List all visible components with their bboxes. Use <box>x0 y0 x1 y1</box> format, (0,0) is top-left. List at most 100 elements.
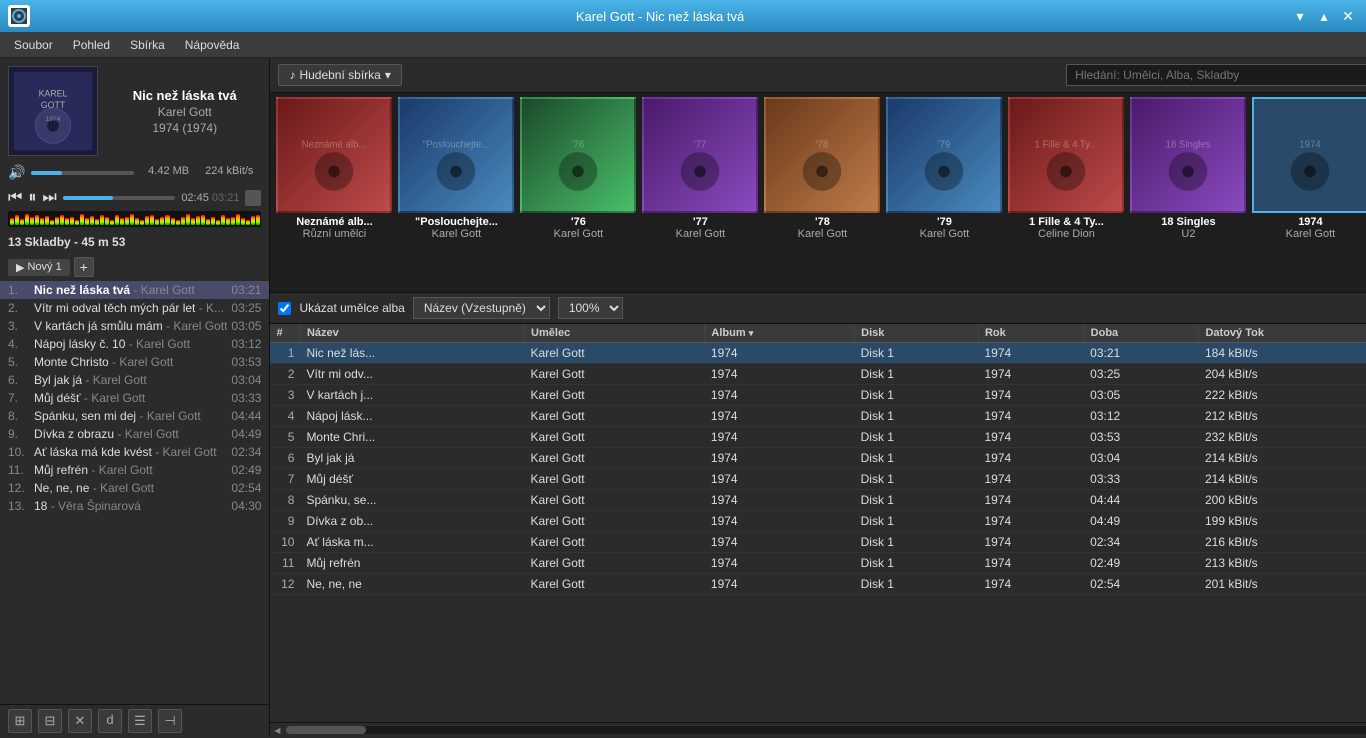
row-artist: Karel Gott <box>525 364 705 385</box>
play-pause-button[interactable]: ⏸ <box>28 189 36 207</box>
left-panel: KAREL GOTT 1974 Nic než láska tvá Karel … <box>0 58 270 736</box>
tb-button-1[interactable]: ⊞ <box>8 709 32 733</box>
track-item[interactable]: 13. 18 - Věra Špinarová 04:30 <box>0 497 269 515</box>
col-disk[interactable]: Disk <box>855 324 979 343</box>
tb-button-3[interactable]: ✕ <box>68 709 92 733</box>
track-item[interactable]: 11. Můj refrén - Karel Gott 02:49 <box>0 461 269 479</box>
next-button[interactable]: ⏭ <box>42 189 56 207</box>
song-table[interactable]: # Název Umělec Album ▾ Disk Rok Doba Dat… <box>270 324 1366 722</box>
track-list[interactable]: 1. Nic než láska tvá - Karel Gott 03:212… <box>0 281 269 704</box>
track-item[interactable]: 7. Můj déšť - Karel Gott 03:33 <box>0 389 269 407</box>
track-item[interactable]: 10. Ať láska má kde kvést - Karel Gott 0… <box>0 443 269 461</box>
row-year: 1974 <box>978 532 1084 553</box>
stop-button[interactable] <box>245 190 261 206</box>
row-num: 7 <box>270 469 300 490</box>
svg-text:Neznámé alb...: Neznámé alb... <box>302 139 367 150</box>
album-cover: '77 <box>642 97 758 213</box>
collection-button[interactable]: ♪ Hudební sbírka ▾ <box>278 64 401 86</box>
album-title: 1 Fille & 4 Ty... <box>1006 216 1126 228</box>
sort-select[interactable]: Název (Vzestupně) <box>413 297 550 319</box>
col-dur[interactable]: Doba <box>1084 324 1199 343</box>
table-row[interactable]: 8 Spánku, se... Karel Gott 1974 Disk 1 1… <box>270 490 1366 511</box>
table-row[interactable]: 11 Můj refrén Karel Gott 1974 Disk 1 197… <box>270 553 1366 574</box>
zoom-select[interactable]: 100% <box>558 297 623 319</box>
track-item[interactable]: 12. Ne, ne, ne - Karel Gott 02:54 <box>0 479 269 497</box>
track-item[interactable]: 3. V kartách já smůlu mám - Karel Gott 0… <box>0 317 269 335</box>
track-number: 8. <box>8 409 34 423</box>
track-item[interactable]: 5. Monte Christo - Karel Gott 03:53 <box>0 353 269 371</box>
menu-sbirka[interactable]: Sbírka <box>120 32 175 58</box>
track-duration: 03:21 <box>231 283 261 297</box>
table-row[interactable]: 6 Byl jak já Karel Gott 1974 Disk 1 1974… <box>270 448 1366 469</box>
tb-button-6[interactable]: ⊣ <box>158 709 182 733</box>
tb-button-5[interactable]: ☰ <box>128 709 152 733</box>
menu-pohled[interactable]: Pohled <box>63 32 120 58</box>
volume-slider[interactable] <box>31 171 134 175</box>
col-bitrate[interactable]: Datový Tok <box>1199 324 1366 343</box>
col-album[interactable]: Album ▾ <box>705 324 855 343</box>
table-row[interactable]: 10 Ať láska m... Karel Gott 1974 Disk 1 … <box>270 532 1366 553</box>
table-row[interactable]: 12 Ne, ne, ne Karel Gott 1974 Disk 1 197… <box>270 574 1366 595</box>
show-artist-checkbox[interactable] <box>278 302 291 315</box>
album-item[interactable]: '78 '78 Karel Gott <box>762 97 882 240</box>
track-name: 18 - Věra Špinarová <box>34 499 227 513</box>
tb-button-4[interactable]: d <box>98 709 122 733</box>
row-num: 12 <box>270 574 300 595</box>
album-item[interactable]: Neznámé alb... Neznámé alb... Různí uměl… <box>274 97 394 240</box>
album-item[interactable]: "Poslouchejte... "Poslouchejte... Karel … <box>396 97 516 240</box>
play-list-button[interactable]: ▶ Nový 1 <box>8 259 70 276</box>
album-item[interactable]: '79 '79 Karel Gott <box>884 97 1004 240</box>
row-num: 8 <box>270 490 300 511</box>
scroll-left-btn[interactable]: ◂ <box>270 723 284 737</box>
track-number: 13. <box>8 499 34 513</box>
table-row[interactable]: 9 Dívka z ob... Karel Gott 1974 Disk 1 1… <box>270 511 1366 532</box>
scroll-thumb[interactable] <box>286 726 366 734</box>
menu-soubor[interactable]: Soubor <box>4 32 63 58</box>
close-button[interactable]: ✕ <box>1338 6 1358 26</box>
album-grid[interactable]: Neznámé alb... Neznámé alb... Různí uměl… <box>270 93 1366 293</box>
row-artist: Karel Gott <box>525 385 705 406</box>
album-item[interactable]: 1 Fille & 4 Ty... 1 Fille & 4 Ty... Celi… <box>1006 97 1126 240</box>
album-item[interactable]: 18 Singles 18 Singles U2 <box>1128 97 1248 240</box>
progress-bar[interactable] <box>63 196 175 200</box>
col-name[interactable]: Název <box>300 324 524 343</box>
track-item[interactable]: 2. Vítr mi odval těch mých pár let - K..… <box>0 299 269 317</box>
album-item[interactable]: 1974 1974 Karel Gott <box>1250 97 1366 240</box>
add-playlist-button[interactable]: + <box>74 257 94 277</box>
table-row[interactable]: 3 V kartách j... Karel Gott 1974 Disk 1 … <box>270 385 1366 406</box>
track-item[interactable]: 6. Byl jak já - Karel Gott 03:04 <box>0 371 269 389</box>
track-item[interactable]: 8. Spánku, sen mi dej - Karel Gott 04:44 <box>0 407 269 425</box>
prev-button[interactable]: ⏮ <box>8 189 22 207</box>
album-item[interactable]: '76 '76 Karel Gott <box>518 97 638 240</box>
col-artist[interactable]: Umělec <box>525 324 705 343</box>
volume-icon: 🔊 <box>8 164 25 181</box>
table-row[interactable]: 2 Vítr mi odv... Karel Gott 1974 Disk 1 … <box>270 364 1366 385</box>
col-year[interactable]: Rok <box>978 324 1084 343</box>
minimize-button[interactable]: ▾ <box>1290 6 1310 26</box>
track-item[interactable]: 4. Nápoj lásky č. 10 - Karel Gott 03:12 <box>0 335 269 353</box>
album-title: '77 <box>640 216 760 228</box>
horizontal-scrollbar[interactable]: ◂ ▸ <box>270 722 1366 736</box>
track-duration: 04:49 <box>231 427 261 441</box>
track-name: Vítr mi odval těch mých pár let - K... <box>34 301 227 315</box>
album-cover: 1974 <box>1252 97 1366 213</box>
restore-button[interactable]: ▴ <box>1314 6 1334 26</box>
col-num[interactable]: # <box>270 324 300 343</box>
scroll-track[interactable] <box>286 726 1366 734</box>
track-item[interactable]: 9. Dívka z obrazu - Karel Gott 04:49 <box>0 425 269 443</box>
menu-napoveda[interactable]: Nápověda <box>175 32 250 58</box>
row-name: Ať láska m... <box>300 532 524 553</box>
table-row[interactable]: 7 Můj déšť Karel Gott 1974 Disk 1 1974 0… <box>270 469 1366 490</box>
album-title: '78 <box>762 216 882 228</box>
tb-button-2[interactable]: ⊟ <box>38 709 62 733</box>
album-item[interactable]: '77 '77 Karel Gott <box>640 97 760 240</box>
album-title: 18 Singles <box>1128 216 1248 228</box>
table-row[interactable]: 5 Monte Chri... Karel Gott 1974 Disk 1 1… <box>270 427 1366 448</box>
track-item[interactable]: 1. Nic než láska tvá - Karel Gott 03:21 <box>0 281 269 299</box>
table-row[interactable]: 1 Nic než lás... Karel Gott 1974 Disk 1 … <box>270 343 1366 364</box>
track-duration: 02:49 <box>231 463 261 477</box>
table-row[interactable]: 4 Nápoj lásk... Karel Gott 1974 Disk 1 1… <box>270 406 1366 427</box>
track-number: 9. <box>8 427 34 441</box>
album-artist: Různí umělci <box>274 228 394 240</box>
search-input[interactable] <box>1066 64 1366 86</box>
